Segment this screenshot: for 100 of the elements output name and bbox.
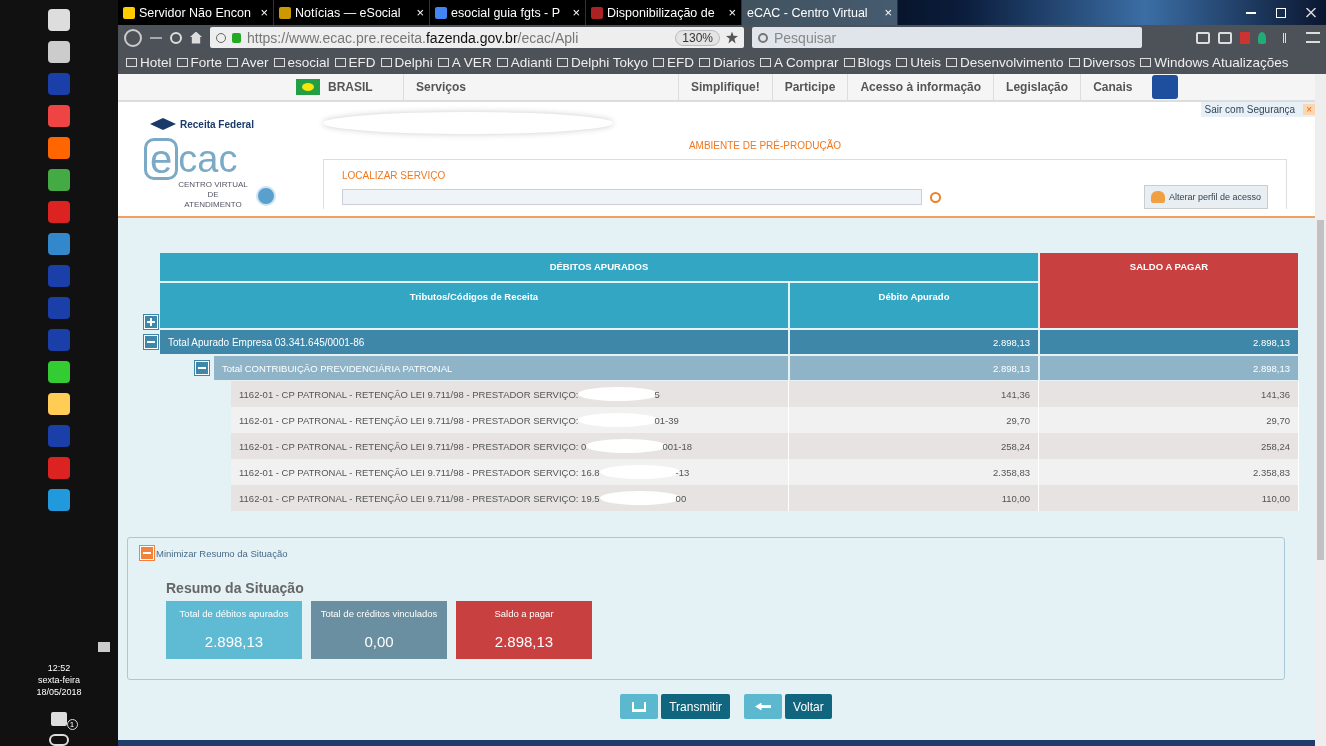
app-icon[interactable] bbox=[48, 105, 70, 127]
clock-date[interactable]: 18/05/2018 bbox=[36, 686, 82, 698]
tab-icon bbox=[435, 6, 447, 19]
scrollbar[interactable] bbox=[1315, 74, 1326, 746]
maximize-icon[interactable] bbox=[1276, 7, 1286, 18]
country-label[interactable]: BRASIL bbox=[328, 80, 403, 94]
summary-title: Resumo da Situação bbox=[166, 580, 305, 596]
site-nav-link[interactable]: Acesso à informação bbox=[847, 74, 994, 100]
app-icon[interactable] bbox=[48, 393, 70, 415]
close-icon[interactable]: × bbox=[416, 5, 424, 20]
forward-icon[interactable] bbox=[150, 36, 162, 39]
browser-tab[interactable]: eCAC - Centro Virtual × bbox=[742, 0, 898, 25]
ecac-logo: e cac CENTRO VIRTUAL DE ATENDIMENTO bbox=[144, 138, 248, 210]
collapse-icon[interactable] bbox=[195, 361, 209, 375]
close-icon[interactable]: × bbox=[728, 5, 736, 20]
notification-count: 1 bbox=[66, 719, 78, 730]
service-search-field[interactable] bbox=[342, 189, 922, 205]
minimize-link[interactable]: Minimizar Resumo da Situação bbox=[156, 547, 288, 559]
menu-icon[interactable] bbox=[1306, 32, 1320, 43]
table-cell: 2.898,13 bbox=[1039, 329, 1299, 355]
bookmark-folder[interactable]: Delphi Tokyo bbox=[556, 54, 648, 70]
table-cell: 2.898,13 bbox=[789, 329, 1039, 355]
app-icon[interactable] bbox=[48, 457, 70, 479]
table-cell: 2.358,83 bbox=[789, 459, 1039, 485]
column-header: Débito Apurado bbox=[789, 282, 1039, 329]
tab-title: eCAC - Centro Virtual bbox=[747, 5, 869, 20]
app-icon[interactable] bbox=[48, 361, 70, 383]
collapse-icon[interactable] bbox=[144, 335, 158, 349]
bookmark-folder[interactable]: Forte bbox=[176, 54, 223, 70]
close-icon[interactable]: × bbox=[884, 5, 892, 20]
upload-button[interactable] bbox=[620, 694, 659, 719]
close-icon[interactable]: × bbox=[572, 5, 580, 20]
table-header: SALDO A PAGAR bbox=[1039, 252, 1299, 329]
site-nav-link[interactable]: Participe bbox=[771, 74, 848, 100]
site-nav-link[interactable]: Simplifique! bbox=[678, 74, 772, 100]
table-cell: 001-18 bbox=[662, 440, 692, 452]
table-cell: 1162-01 - CP PATRONAL - RETENÇÃO LEI 9.711/98 - PRESTADOR SERVIÇO: 16.8 bbox=[239, 466, 600, 478]
bookmark-folder[interactable]: Windows Atualizações bbox=[1140, 54, 1289, 70]
app-icon[interactable] bbox=[48, 233, 70, 255]
tab-icon bbox=[123, 6, 135, 19]
search-icon[interactable] bbox=[930, 191, 941, 203]
tab-icon bbox=[591, 6, 603, 19]
table-cell: -13 bbox=[675, 466, 690, 478]
url-text: https://www.ecac.pre.receita.fazenda.gov.br/ecac/Apli bbox=[247, 29, 580, 46]
minimize-icon[interactable] bbox=[1246, 11, 1256, 14]
bookmark-folder[interactable]: Diarios bbox=[698, 54, 755, 70]
close-icon[interactable]: × bbox=[260, 5, 268, 20]
app-icon[interactable] bbox=[48, 169, 70, 191]
bookmark-folder[interactable]: Delphi bbox=[380, 54, 433, 70]
card-value: 2.898,13 bbox=[494, 633, 554, 650]
table-cell: 141,36 bbox=[1039, 381, 1299, 407]
tab-title: esocial guia fgts - P bbox=[451, 5, 562, 20]
table-cell: 5 bbox=[654, 388, 660, 400]
bookmark-folder[interactable]: Adianti bbox=[496, 54, 552, 70]
clock-time[interactable]: 12:52 bbox=[47, 662, 71, 674]
table-cell: 2.898,13 bbox=[789, 355, 1039, 381]
bookmark-folder[interactable]: EFD bbox=[334, 54, 376, 70]
expand-all-icon[interactable] bbox=[144, 315, 158, 329]
table-cell: 258,24 bbox=[1039, 433, 1299, 459]
back-arrow-button[interactable] bbox=[744, 694, 783, 719]
flag-icon bbox=[296, 79, 320, 95]
site-nav-link[interactable]: Canais bbox=[1080, 74, 1145, 100]
total-label: Total Apurado Empresa 03.341.645/0001-86 bbox=[159, 329, 789, 355]
logout-link[interactable]: Sair com Segurança bbox=[1200, 102, 1300, 117]
site-nav-link[interactable]: Legislação bbox=[993, 74, 1081, 100]
clock-day[interactable]: sexta-feira bbox=[38, 674, 80, 686]
bookmark-folder[interactable]: Diversos bbox=[1068, 54, 1136, 70]
collapse-icon[interactable] bbox=[140, 546, 154, 560]
tab-title: Servidor Não Encon bbox=[139, 5, 252, 20]
table-cell: 1162-01 - CP PATRONAL - RETENÇÃO LEI 9.711/98 - PRESTADOR SERVIÇO: bbox=[239, 388, 579, 400]
bookmark-folder[interactable]: Uteis bbox=[896, 54, 942, 70]
app-icon[interactable] bbox=[48, 489, 70, 511]
table-cell: 258,24 bbox=[789, 433, 1039, 459]
bookmark-folder[interactable]: A VER bbox=[437, 54, 492, 70]
app-icon[interactable] bbox=[48, 137, 70, 159]
tab-icon bbox=[279, 6, 291, 19]
card-value: 0,00 bbox=[364, 633, 394, 650]
transmit-button[interactable]: Transmitir bbox=[661, 694, 731, 719]
address-bar[interactable]: https://www.ecac.pre.receita.fazenda.gov.br/ecac/Apli 130% bbox=[210, 27, 744, 48]
subtotal-label: Total CONTRIBUIÇÃO PREVIDENCIÁRIA PATRONAL bbox=[213, 355, 789, 381]
table-cell: 110,00 bbox=[1039, 485, 1299, 511]
bookmark-folder[interactable]: esocial bbox=[273, 54, 330, 70]
bookmark-folder[interactable]: Blogs bbox=[843, 54, 892, 70]
site-nav-link[interactable]: Serviços bbox=[403, 74, 678, 100]
profile-button[interactable]: Alterar perfil de acesso bbox=[1143, 185, 1268, 209]
environment-label: AMBIENTE DE PRÉ-PRODUÇÃO bbox=[687, 140, 843, 151]
app-icon[interactable] bbox=[48, 41, 70, 63]
bookmark-folder[interactable]: EFD bbox=[652, 54, 694, 70]
bookmark-folder[interactable]: Aver bbox=[227, 54, 269, 70]
bookmark-folder[interactable]: Desenvolvimento bbox=[946, 54, 1064, 70]
bookmark-folder[interactable]: Hotel bbox=[126, 54, 172, 70]
zoom-level[interactable]: 130% bbox=[675, 29, 720, 46]
tab-title: Disponibilização de bbox=[607, 5, 716, 20]
table-cell: 1162-01 - CP PATRONAL - RETENÇÃO LEI 9.711/98 - PRESTADOR SERVIÇO: bbox=[239, 414, 579, 426]
bookmark-folder[interactable]: A Comprar bbox=[760, 54, 839, 70]
app-icon[interactable] bbox=[48, 201, 70, 223]
back-button[interactable]: Voltar bbox=[785, 694, 832, 719]
table-cell: 110,00 bbox=[789, 485, 1039, 511]
table-cell: 2.898,13 bbox=[1039, 355, 1299, 381]
column-header: Tributos/Códigos de Receita bbox=[159, 282, 789, 329]
